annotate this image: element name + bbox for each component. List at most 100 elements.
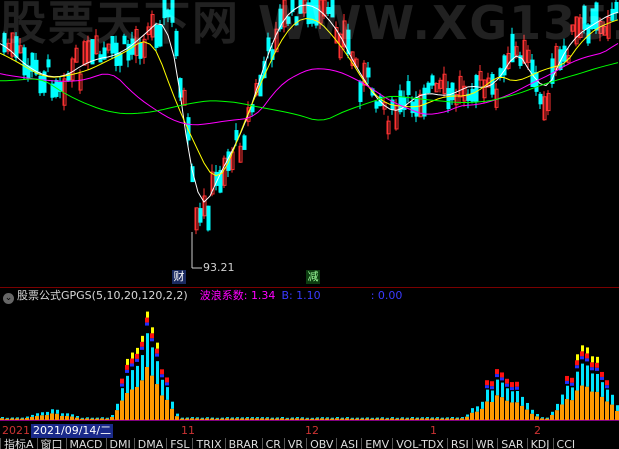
tab-0[interactable]: 指标A [0, 438, 37, 449]
reduce-holding-tag[interactable]: 减 [306, 270, 320, 284]
hist-bar-orange [475, 411, 479, 420]
hist-bar-orange [75, 417, 79, 420]
hist-bar-red [490, 381, 494, 387]
tab-13[interactable]: VOL-TDX [392, 438, 447, 449]
candle-body [174, 30, 179, 57]
hist-bar-cyan [466, 414, 469, 417]
tab-9[interactable]: VR [283, 438, 306, 449]
hist-bar-orange [405, 418, 409, 420]
indicator-chart[interactable] [0, 304, 619, 422]
hist-bar-orange [610, 404, 614, 420]
hist-bar-orange [565, 399, 569, 420]
tab-7[interactable]: BRAR [224, 438, 262, 449]
candle-body [358, 81, 363, 103]
hist-bar-cyan [481, 401, 484, 409]
hist-bar-cyan [371, 417, 374, 419]
hist-bar-red [485, 380, 489, 386]
hist-bar-cyan [431, 417, 434, 419]
hist-bar-cyan [601, 382, 604, 397]
hist-bar-orange [145, 366, 149, 420]
tab-4[interactable]: DMA [133, 438, 167, 449]
candle-body [426, 82, 431, 93]
indicator-name[interactable]: 股票公式GPGS(5,10,20,120,2,2) [17, 289, 188, 302]
hist-bar-orange [290, 418, 294, 420]
hist-bar-red [150, 333, 154, 339]
hist-bar-cyan [156, 361, 159, 385]
hist-bar-orange [315, 418, 319, 420]
hist-bar-blue [140, 346, 144, 350]
candle-body [406, 81, 411, 96]
hist-bar-cyan [566, 385, 569, 400]
hist-bar-yellow [151, 327, 154, 334]
candle-body [446, 88, 451, 109]
hist-bar-cyan [426, 417, 429, 419]
hist-bar-orange [305, 418, 309, 420]
hist-bar-orange [440, 418, 444, 420]
tab-15[interactable]: WR [471, 438, 498, 449]
candle-body [374, 101, 379, 109]
hist-bar-cyan [76, 416, 79, 418]
hist-bar-blue [565, 380, 569, 384]
hist-bar-cyan [91, 417, 94, 419]
indicator-tabs: 指标A 窗口 MACD DMI DMA FSL TRIX BRAR CR VR OBV ASI EMV V… [0, 438, 619, 449]
hist-bar-blue [145, 322, 149, 326]
axis-month-1: 1 [430, 424, 437, 437]
candle-body [366, 67, 371, 78]
hist-bar-orange [125, 393, 129, 420]
hist-bar-cyan [1, 417, 4, 419]
tab-3[interactable]: DMI [105, 438, 134, 449]
tab-16[interactable]: SAR [497, 438, 526, 449]
hist-bar-cyan [271, 417, 274, 419]
collapse-icon[interactable]: ⌄ [3, 293, 14, 304]
hist-bar-orange [35, 415, 39, 420]
hist-bar-orange [555, 410, 559, 420]
tab-1[interactable]: 窗口 [36, 438, 66, 449]
tab-6[interactable]: TRIX [192, 438, 224, 449]
hist-bar-cyan [591, 373, 594, 392]
hist-bar-orange [55, 413, 59, 420]
hist-bar-cyan [421, 417, 424, 419]
tab-11[interactable]: ASI [336, 438, 361, 449]
hist-bar-orange [175, 416, 179, 420]
candle-body [158, 24, 163, 47]
tab-17[interactable]: KDJ [526, 438, 553, 449]
hist-bar-yellow [581, 345, 584, 352]
hist-bar-orange [370, 418, 374, 420]
tab-8[interactable]: CR [261, 438, 284, 449]
finance-tag[interactable]: 财 [172, 270, 186, 284]
hist-bar-red [125, 364, 129, 370]
hist-bar-orange [605, 401, 609, 420]
hist-bar-cyan [111, 415, 114, 417]
tab-14[interactable]: RSI [446, 438, 472, 449]
hist-bar-yellow [586, 347, 589, 354]
hist-bar-cyan [41, 412, 44, 416]
hist-bar-orange [530, 413, 534, 420]
hist-bar-orange [90, 418, 94, 420]
hist-bar-cyan [166, 387, 169, 400]
hist-bar-yellow [131, 352, 134, 359]
hist-bar-cyan [101, 417, 104, 419]
hist-bar-cyan [46, 411, 49, 416]
hist-bar-cyan [316, 417, 319, 419]
tab-10[interactable]: OBV [306, 438, 336, 449]
tab-12[interactable]: EMV [361, 438, 392, 449]
hist-bar-orange [495, 395, 499, 420]
tab-2[interactable]: MACD [65, 438, 106, 449]
candle-body [170, 0, 175, 23]
hist-bar-orange [320, 418, 324, 420]
axis-year: 2021 [2, 424, 30, 437]
price-chart-canvas[interactable] [0, 0, 619, 287]
hist-bar-cyan [556, 403, 559, 411]
hist-bar-cyan [226, 417, 229, 419]
indicator-chart-canvas[interactable] [0, 304, 619, 422]
hist-bar-orange [130, 389, 134, 420]
hist-bar-cyan [26, 416, 29, 418]
hist-bar-cyan [511, 391, 514, 403]
hist-bar-cyan [191, 417, 194, 419]
tab-18[interactable]: CCI [552, 438, 579, 449]
hist-bar-cyan [96, 417, 99, 419]
hist-bar-cyan [526, 402, 529, 410]
hist-bar-orange [0, 418, 4, 420]
tab-5[interactable]: FSL [166, 438, 192, 449]
price-chart[interactable] [0, 0, 619, 287]
